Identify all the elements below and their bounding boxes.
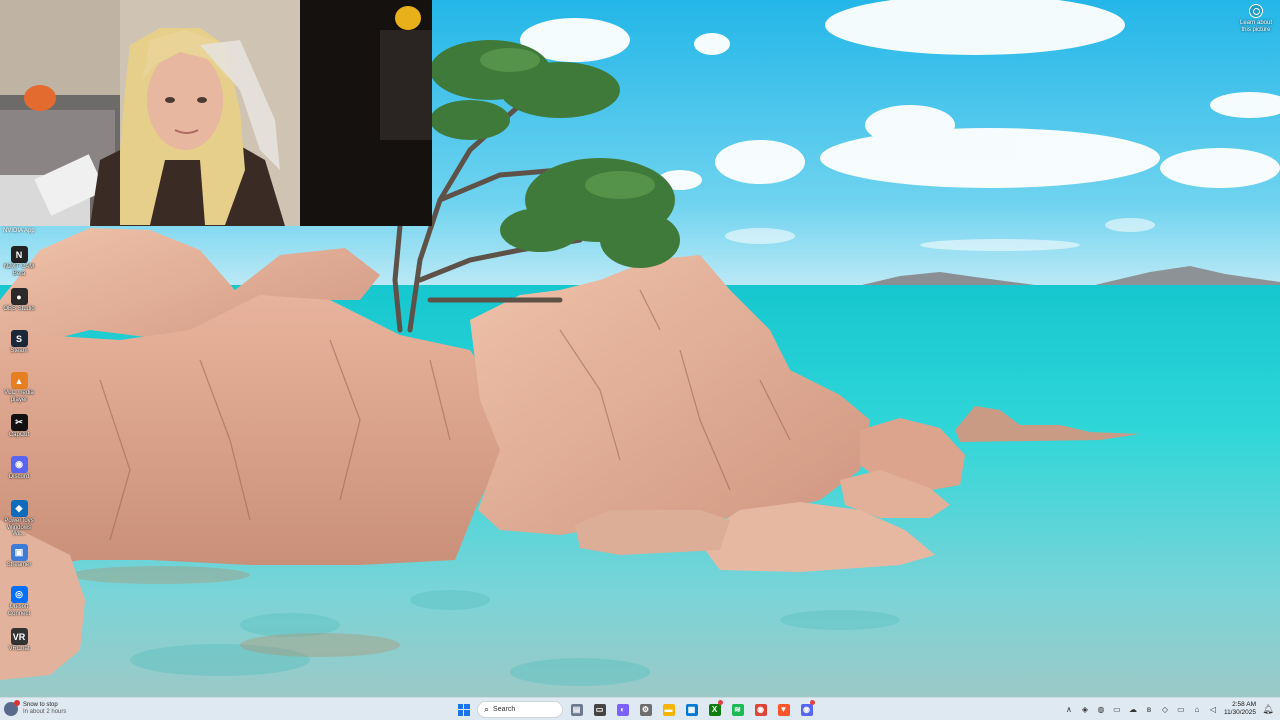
capcut-icon: ✂ bbox=[10, 414, 28, 431]
shield-icon[interactable]: ◈ bbox=[1080, 704, 1090, 714]
notification-badge bbox=[810, 700, 815, 705]
desktop-icon-vrchat[interactable]: VR VRChat bbox=[0, 628, 38, 653]
taskbar-brave-button[interactable]: ▼ bbox=[774, 700, 793, 719]
desktop-icon-discord[interactable]: ◉ Discord bbox=[0, 456, 38, 481]
weather-line-1: Snow to stop bbox=[23, 702, 58, 708]
store-icon: ▦ bbox=[685, 703, 698, 716]
steam-icon: S bbox=[10, 330, 28, 347]
desktop-icon-streamer[interactable]: ▣ Streamer bbox=[0, 544, 38, 569]
desktop-icon-label: VRChat bbox=[8, 646, 30, 652]
taskbar-widgets-button[interactable]: ▤ bbox=[567, 700, 586, 719]
webcam-overlay bbox=[0, 0, 432, 226]
desktop-icon-ubisoft[interactable]: ◎ Ubisoft Connect bbox=[0, 586, 38, 617]
windows-logo-icon bbox=[457, 703, 470, 716]
weather-line-2: In about 2 hours bbox=[23, 709, 67, 715]
taskbar-search-box[interactable]: ⌕ Search bbox=[477, 701, 563, 718]
clock-time: 2:58 AM bbox=[1232, 701, 1256, 708]
start-button[interactable] bbox=[454, 700, 473, 719]
xbox-icon: X bbox=[708, 703, 721, 716]
ubisoft-icon: ◎ bbox=[10, 586, 28, 603]
chevron-up-icon[interactable]: ∧ bbox=[1064, 704, 1074, 714]
weather-icon bbox=[4, 700, 20, 716]
learn-about-picture-label: Learn about this picture bbox=[1239, 20, 1273, 33]
desktop-icon-steam[interactable]: S Steam bbox=[0, 330, 38, 355]
system-tray: ∧ ◈ ◍ ▭ ☁ ʙ ◇ ▭ ⌂ ◁ 2:58 AM 11/30/2025 🔔︎ bbox=[1064, 698, 1280, 720]
clock[interactable]: 2:58 AM 11/30/2025 bbox=[1224, 701, 1256, 717]
desktop-icon-label: Discord bbox=[8, 474, 30, 480]
desktop-icon-nzxt[interactable]: N NZXT CAM Beta bbox=[0, 246, 38, 277]
brave-icon: ▼ bbox=[777, 703, 790, 716]
chrome-icon: ◉ bbox=[754, 703, 767, 716]
desktop-icon-obs[interactable]: ● OBS Studio bbox=[0, 288, 38, 313]
taskbar-store-button[interactable]: ▦ bbox=[682, 700, 701, 719]
cloud-icon[interactable]: ☁ bbox=[1128, 704, 1138, 714]
desktop-icon-label: Streamer bbox=[6, 562, 32, 568]
desktop-icon-label: PowerToys Windows Wit... bbox=[4, 518, 34, 537]
taskbar-chrome-button[interactable]: ◉ bbox=[751, 700, 770, 719]
streamer-icon: ▣ bbox=[10, 544, 28, 561]
desktop-icon-label-nvidia[interactable]: NVIDIA App bbox=[3, 228, 35, 234]
obs-icon: ● bbox=[10, 288, 28, 305]
camera-lens-icon bbox=[1249, 4, 1263, 18]
settings-icon: ⚙ bbox=[639, 703, 652, 716]
tray-icons: ∧ ◈ ◍ ▭ ☁ ʙ ◇ ▭ ⌂ ◁ bbox=[1064, 704, 1218, 714]
discord-icon: ◉ bbox=[10, 456, 28, 473]
vrchat-icon: VR bbox=[10, 628, 28, 645]
desktop-icon-label: CapCut bbox=[8, 432, 30, 438]
folder-icon: ▬ bbox=[662, 703, 675, 716]
bluetooth-icon[interactable]: ʙ bbox=[1144, 704, 1154, 714]
powertoys-icon: ◆ bbox=[10, 500, 28, 517]
defender-icon[interactable]: ◇ bbox=[1160, 704, 1170, 714]
speaker-icon[interactable]: ◁ bbox=[1208, 704, 1218, 714]
widgets-icon: ▤ bbox=[570, 703, 583, 716]
copilot-icon: ◐ bbox=[616, 703, 629, 716]
network-icon[interactable]: ⌂ bbox=[1192, 704, 1202, 714]
vlc-icon: ▲ bbox=[10, 372, 28, 389]
search-icon: ⌕ bbox=[484, 704, 490, 714]
discord-taskbar-icon: ◉ bbox=[800, 703, 813, 716]
desktop-icon-label: Ubisoft Connect bbox=[7, 604, 31, 617]
clock-date: 11/30/2025 bbox=[1223, 709, 1256, 716]
taskbar-settings-button[interactable]: ⚙ bbox=[636, 700, 655, 719]
desktop-icon-powertoys[interactable]: ◆ PowerToys Windows Wit... bbox=[0, 500, 38, 538]
notification-bell-icon[interactable]: 🔔︎ bbox=[1262, 703, 1274, 715]
taskbar: Snow to stop In about 2 hours ⌕ Search ▤… bbox=[0, 697, 1280, 720]
taskbar-discord-button[interactable]: ◉ bbox=[797, 700, 816, 719]
desktop-icon-label: Steam bbox=[10, 348, 28, 354]
gamepad-icon[interactable]: ◍ bbox=[1096, 704, 1106, 714]
taskbar-file-explorer-button[interactable]: ▬ bbox=[659, 700, 678, 719]
desktop-icon-label: OBS Studio bbox=[3, 306, 35, 312]
desktop-icon-vlc[interactable]: ▲ VLC media player bbox=[0, 372, 38, 403]
taskbar-spotify-button[interactable]: ≋ bbox=[728, 700, 747, 719]
chat-icon[interactable]: ▭ bbox=[1112, 704, 1122, 714]
weather-widget[interactable]: Snow to stop In about 2 hours bbox=[4, 700, 66, 718]
desktop-icon-label: NZXT CAM Beta bbox=[3, 264, 35, 277]
taskbar-center: ⌕ Search ▤ ▭ ◐ ⚙ ▬ ▦ X ≋ ◉ ▼ ◉ bbox=[454, 700, 816, 719]
taskbar-xbox-button[interactable]: X bbox=[705, 700, 724, 719]
desktop-icon-label: VLC media player bbox=[4, 390, 34, 403]
monitor-icon[interactable]: ▭ bbox=[1176, 704, 1186, 714]
notification-badge bbox=[718, 700, 723, 705]
spotify-icon: ≋ bbox=[731, 703, 744, 716]
nzxt-icon: N bbox=[10, 246, 28, 263]
taskbar-copilot-button[interactable]: ◐ bbox=[613, 700, 632, 719]
search-placeholder: Search bbox=[493, 706, 516, 713]
learn-about-picture-button[interactable]: Learn about this picture bbox=[1236, 4, 1276, 34]
desktop-icon-capcut[interactable]: ✂ CapCut bbox=[0, 414, 38, 439]
taskbar-task-view-button[interactable]: ▭ bbox=[590, 700, 609, 719]
task-view-icon: ▭ bbox=[593, 703, 606, 716]
